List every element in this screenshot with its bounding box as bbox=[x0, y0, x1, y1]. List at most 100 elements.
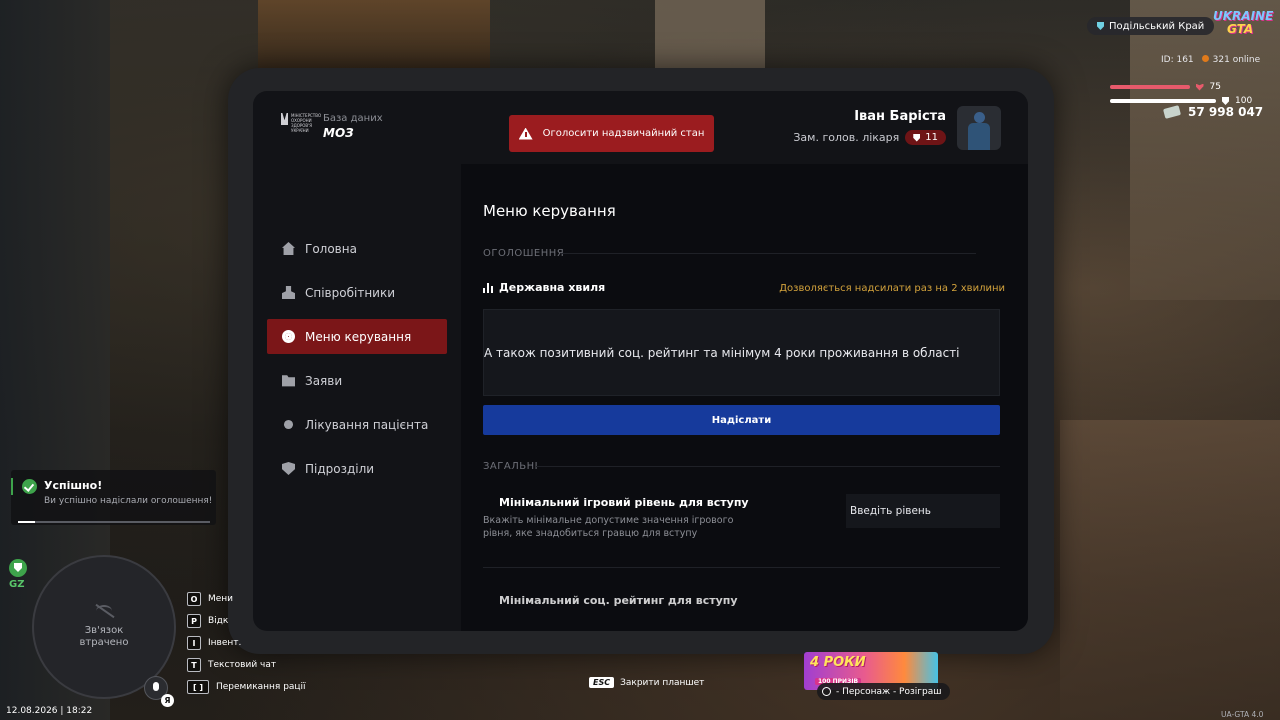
money-row: 57 998 047 bbox=[1162, 105, 1263, 119]
ministry-emblem-icon: МІНІСТЕРСТВО ОХОРОНИ ЗДОРОВ'Я УКРАЇНИ bbox=[281, 113, 322, 139]
hotkey-item: [ ] Перемикання рації bbox=[187, 676, 306, 698]
brand-logo: UKRAINE GTA bbox=[1213, 9, 1274, 42]
sidebar-item-label: Співробітники bbox=[305, 285, 396, 300]
toast-title: Успішно! bbox=[44, 479, 103, 492]
hotkey-key: O bbox=[187, 592, 201, 606]
background-door bbox=[655, 0, 765, 70]
promo-title: 4 РОКИ bbox=[810, 655, 866, 670]
sidebar-item-label: Заяви bbox=[305, 373, 343, 388]
avatar[interactable] bbox=[957, 106, 1001, 150]
close-tablet-label: Закрити планшет bbox=[620, 677, 705, 688]
brand-logo-line1: UKRAINE bbox=[1213, 9, 1274, 23]
rank-value: 11 bbox=[925, 132, 938, 143]
sun-icon bbox=[283, 419, 294, 430]
ministry-logo-text: МІНІСТЕРСТВО ОХОРОНИ ЗДОРОВ'Я УКРАЇНИ bbox=[291, 113, 322, 133]
online-count: 321 online bbox=[1201, 55, 1261, 65]
hotkey-label: Відк bbox=[208, 616, 229, 626]
hotkey-label: Мени bbox=[208, 594, 234, 604]
player-status: ID: 161 321 online bbox=[1161, 55, 1260, 65]
promo-label-text: - Персонаж - Розіграш bbox=[836, 686, 942, 697]
success-toast: Успішно! Ви успішно надіслали оголошення… bbox=[11, 470, 216, 525]
sidebar-item-label: Меню керування bbox=[305, 329, 412, 344]
rank-shield-icon bbox=[913, 133, 921, 142]
main-content: Меню керування ОГОЛОШЕННЯ Державна хвиля… bbox=[461, 164, 1028, 631]
greenzone-label: GZ bbox=[9, 579, 25, 590]
mic-badge: Я bbox=[161, 694, 174, 707]
toast-accent bbox=[11, 478, 13, 495]
rank-badge: 11 bbox=[905, 130, 946, 145]
cash-icon bbox=[1162, 105, 1182, 119]
toast-progress-fill bbox=[18, 521, 36, 523]
sidebar-item-label: Підрозділи bbox=[305, 461, 375, 476]
state-wave-heading: Державна хвиля bbox=[483, 281, 605, 294]
folder-icon bbox=[282, 375, 295, 387]
sidebar-item-applications[interactable]: Заяви bbox=[267, 363, 447, 398]
health-value: 75 bbox=[1209, 82, 1221, 92]
wave-rate-note: Дозволяється надсилати раз на 2 хвилини bbox=[779, 283, 1005, 294]
bar-chart-icon bbox=[483, 282, 493, 293]
hotkey-item: P Відк bbox=[187, 610, 306, 632]
emergency-alert-button[interactable]: Оголосити надзвичайний стан bbox=[509, 115, 714, 152]
hotkey-key: T bbox=[187, 658, 201, 672]
region-pill: Подільський Край bbox=[1087, 17, 1215, 35]
hotkey-key: P bbox=[187, 614, 201, 628]
toast-progress bbox=[18, 521, 210, 523]
sidebar-item-control-menu[interactable]: Меню керування bbox=[267, 319, 447, 354]
section-label-announcements: ОГОЛОШЕННЯ bbox=[483, 248, 565, 259]
home-icon bbox=[282, 242, 295, 255]
gear-icon bbox=[282, 330, 295, 343]
check-icon bbox=[22, 479, 37, 494]
tryzub-icon bbox=[281, 113, 288, 125]
database-label: База даних bbox=[323, 113, 383, 124]
armor-icon bbox=[1222, 97, 1229, 105]
health-row: 75 bbox=[1110, 82, 1221, 92]
background-panel bbox=[1130, 0, 1280, 300]
background-poster bbox=[258, 0, 490, 70]
minimap-status: Зв'язок втрачено bbox=[79, 625, 129, 648]
hotkey-item: I Інвент. bbox=[187, 632, 306, 654]
min-level-description: Вкажіть мінімальне допустиме значення іг… bbox=[483, 515, 734, 539]
setting-divider bbox=[483, 567, 1000, 568]
page-title: Меню керування bbox=[483, 202, 616, 220]
background-desk bbox=[1060, 420, 1280, 720]
hotkey-label: Текстовий чат bbox=[208, 660, 277, 670]
armor-bar bbox=[1110, 99, 1216, 103]
min-social-rating-title: Мінімальний соц. рейтинг для вступу bbox=[499, 594, 738, 607]
hotkey-item: T Текстовий чат bbox=[187, 654, 306, 676]
promo-label: - Персонаж - Розіграш bbox=[817, 683, 951, 700]
sidebar: Головна Співробітники Меню керування Зая… bbox=[267, 231, 447, 495]
user-info: Іван Баріста Зам. голов. лікаря 11 bbox=[793, 109, 946, 145]
sidebar-item-label: Лікування пацієнта bbox=[305, 417, 429, 432]
health-bar bbox=[1110, 85, 1190, 89]
warning-icon bbox=[518, 127, 533, 140]
state-wave-title: Державна хвиля bbox=[499, 281, 606, 294]
section-divider bbox=[561, 253, 976, 254]
send-button[interactable]: Надіслати bbox=[483, 405, 1000, 435]
heart-icon bbox=[1195, 83, 1204, 91]
section-divider bbox=[536, 466, 1000, 467]
avatar-body bbox=[968, 123, 990, 150]
esc-key: ESC bbox=[589, 677, 615, 688]
announcement-textarea[interactable]: А також позитивний соц. рейтинг та мінім… bbox=[483, 309, 1000, 396]
datetime: 12.08.2026 | 18:22 bbox=[6, 706, 93, 716]
sidebar-item-employees[interactable]: Співробітники bbox=[267, 275, 447, 310]
promo-key-icon bbox=[822, 687, 831, 696]
sidebar-item-home[interactable]: Головна bbox=[267, 231, 447, 266]
hotkey-key: I bbox=[187, 636, 201, 650]
hotkey-label: Інвент. bbox=[208, 638, 242, 648]
online-text: 321 online bbox=[1212, 55, 1261, 65]
min-level-input[interactable]: Введіть рівень bbox=[846, 494, 1000, 528]
hotkey-list: O Мени P Відк I Інвент. T Текстовий чат … bbox=[187, 588, 306, 698]
hotkey-label: Перемикання рації bbox=[216, 682, 306, 692]
database-name: МОЗ bbox=[323, 126, 354, 140]
wifi-off-icon bbox=[96, 605, 112, 617]
min-level-title: Мінімальний ігровий рівень для вступу bbox=[499, 496, 749, 509]
tablet-screen: МІНІСТЕРСТВО ОХОРОНИ ЗДОРОВ'Я УКРАЇНИ Ба… bbox=[253, 91, 1028, 631]
hotkey-key: [ ] bbox=[187, 680, 209, 694]
sidebar-item-departments[interactable]: Підрозділи bbox=[267, 451, 447, 486]
user-name: Іван Баріста bbox=[854, 109, 946, 124]
online-icon bbox=[1201, 55, 1209, 62]
users-icon bbox=[282, 286, 295, 299]
hotkey-item: O Мени bbox=[187, 588, 306, 610]
sidebar-item-patient-treatment[interactable]: Лікування пацієнта bbox=[267, 407, 447, 442]
